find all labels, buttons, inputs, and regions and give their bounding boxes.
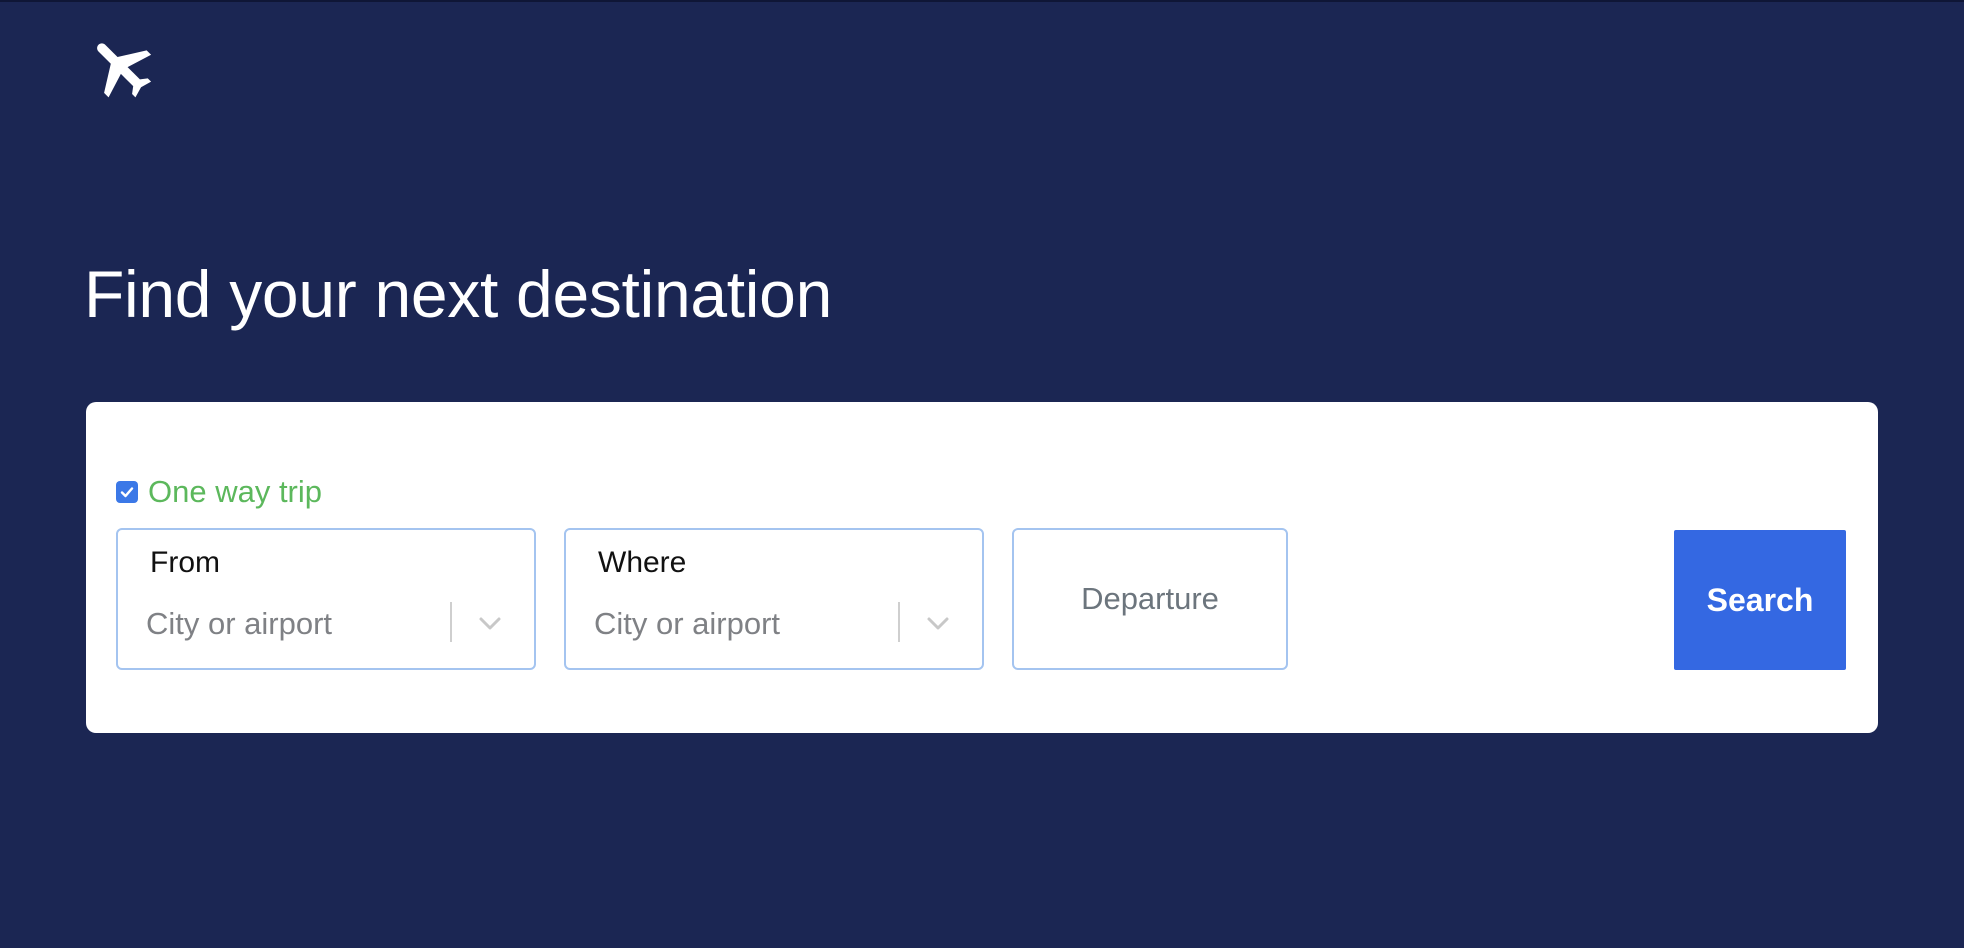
search-button[interactable]: Search	[1674, 530, 1846, 670]
from-field: From City or airport	[116, 528, 536, 670]
chevron-down-icon[interactable]	[926, 612, 950, 634]
select-divider	[898, 602, 900, 642]
where-select[interactable]: City or airport	[568, 592, 980, 656]
one-way-checkbox[interactable]	[116, 481, 138, 503]
where-field: Where City or airport	[564, 528, 984, 670]
one-way-trip-toggle[interactable]: One way trip	[116, 474, 322, 510]
checkmark-icon	[120, 487, 134, 498]
search-card: One way trip From City or airport Where …	[86, 402, 1878, 733]
page: Find your next destination One way trip …	[0, 0, 1964, 948]
from-placeholder: City or airport	[146, 606, 333, 641]
airplane-icon[interactable]	[84, 28, 160, 104]
airplane-icon-svg	[97, 43, 152, 98]
chevron-down-icon[interactable]	[478, 612, 502, 634]
from-select[interactable]: City or airport	[120, 592, 532, 656]
one-way-label: One way trip	[148, 474, 323, 509]
select-divider	[450, 602, 452, 642]
page-title: Find your next destination	[84, 257, 832, 331]
from-label: From	[150, 546, 220, 579]
departure-placeholder: Departure	[1081, 581, 1219, 616]
departure-date-field[interactable]: Departure	[1012, 528, 1288, 670]
where-placeholder: City or airport	[594, 606, 781, 641]
where-label: Where	[598, 546, 687, 579]
